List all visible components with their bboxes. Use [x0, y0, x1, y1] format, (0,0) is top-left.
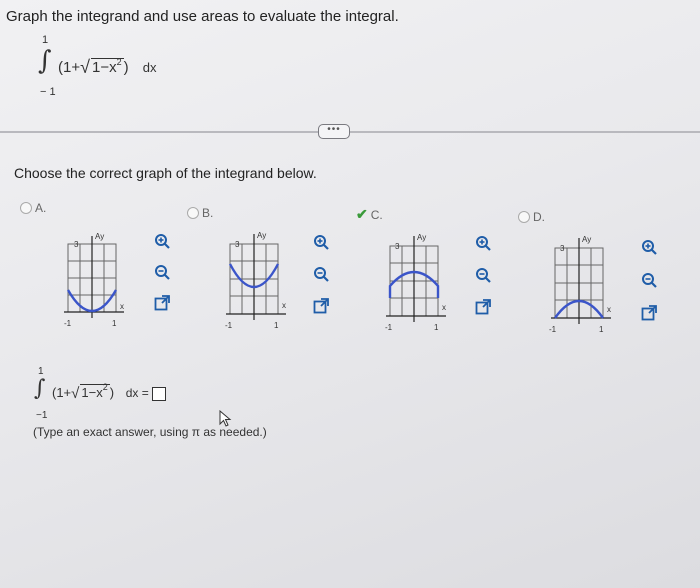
answer-integrand: (1+√ 1−x2) dx =: [52, 382, 166, 402]
y-tick-label: 3: [235, 240, 240, 249]
checkmark-icon: ✔: [356, 206, 368, 222]
answer-close: ): [109, 385, 115, 400]
x-tick-pos: 1: [274, 321, 279, 330]
answer-sqrt-sign: √: [71, 385, 80, 402]
radio-b[interactable]: [187, 207, 199, 219]
zoom-out-icon[interactable]: [640, 271, 658, 289]
dx-label: dx: [142, 60, 157, 75]
x-tick-pos: 1: [434, 323, 439, 332]
graph-option-c[interactable]: 3 Ay x -1 1: [380, 230, 456, 334]
expand-icon[interactable]: [312, 297, 330, 315]
x-axis-label: x: [120, 302, 124, 311]
x-tick-neg: -1: [64, 319, 72, 328]
radicand-text: 1−x: [92, 59, 117, 76]
sqrt-sign: √: [80, 57, 90, 77]
option-d[interactable]: D.: [518, 210, 545, 224]
question-text: Choose the correct graph of the integran…: [14, 165, 317, 181]
graph-option-a[interactable]: 3 Ay x -1 1: [62, 230, 138, 330]
zoom-in-icon[interactable]: [312, 233, 330, 251]
answer-input[interactable]: [151, 386, 166, 401]
x-axis-label: x: [282, 301, 286, 310]
dx-equals-label: dx =: [125, 386, 149, 400]
y-axis-label: Ay: [257, 231, 266, 240]
x-tick-neg: -1: [385, 323, 393, 332]
y-tick-label: 3: [74, 240, 79, 249]
option-b-label: B.: [202, 206, 214, 220]
expand-icon[interactable]: [153, 294, 171, 312]
y-axis-label: Ay: [95, 232, 104, 241]
problem-title: Graph the integrand and use areas to eva…: [6, 8, 399, 25]
expand-icon[interactable]: [474, 298, 492, 316]
option-b[interactable]: B.: [187, 206, 213, 220]
x-tick-neg: -1: [549, 325, 557, 334]
x-tick-neg: -1: [225, 321, 233, 330]
integrand-open: (1+: [58, 59, 81, 76]
exponent: 2: [116, 57, 122, 67]
option-c-label: C.: [370, 207, 383, 222]
answer-radicand: 1−x2: [80, 382, 110, 400]
zoom-in-icon[interactable]: [474, 234, 492, 252]
problem-integral: 1 ∫ − 1 (1+√ 1−x2) dx: [36, 34, 186, 98]
zoom-out-icon[interactable]: [312, 265, 330, 283]
integral-sign: ∫: [38, 46, 52, 76]
graph-option-b[interactable]: 3 Ay x -1 1: [222, 228, 298, 332]
x-axis-label: x: [442, 303, 446, 312]
y-tick-label: 3: [395, 242, 400, 251]
integral-upper-limit: 1: [42, 34, 49, 46]
integral-lower-limit: − 1: [40, 86, 56, 98]
answer-integral: 1 ∫ −1 (1+√ 1−x2) dx =: [30, 366, 230, 422]
radio-a[interactable]: [20, 202, 32, 214]
zoom-out-icon[interactable]: [153, 263, 171, 281]
radicand: 1−x2: [91, 57, 124, 76]
zoom-out-icon[interactable]: [474, 266, 492, 284]
x-tick-pos: 1: [112, 319, 117, 328]
zoom-in-icon[interactable]: [153, 232, 171, 250]
radio-d[interactable]: [518, 211, 530, 223]
section-divider: [0, 131, 700, 133]
more-button[interactable]: •••: [318, 124, 350, 139]
option-d-label: D.: [533, 210, 545, 224]
answer-integral-sign: ∫: [34, 376, 46, 401]
y-axis-label: Ay: [582, 235, 591, 244]
y-axis-label: Ay: [417, 233, 426, 242]
x-axis-label: x: [607, 305, 611, 314]
option-a[interactable]: A.: [20, 201, 46, 215]
zoom-in-icon[interactable]: [640, 238, 658, 256]
integrand-close: ): [123, 59, 129, 76]
answer-radicand-text: 1−x: [81, 385, 103, 400]
expand-icon[interactable]: [640, 304, 658, 322]
answer-exponent: 2: [102, 382, 108, 392]
cursor-icon: [219, 410, 232, 427]
y-tick-label: 3: [560, 244, 565, 253]
answer-open: (1+: [52, 385, 72, 400]
option-c[interactable]: ✔ C.: [356, 206, 383, 223]
x-tick-pos: 1: [599, 325, 604, 334]
integrand-expression: (1+√ 1−x2) dx: [58, 56, 157, 77]
option-a-label: A.: [35, 201, 47, 215]
answer-lower-limit: −1: [36, 410, 48, 421]
graph-option-d[interactable]: 3 Ay x -1 1: [545, 232, 621, 336]
